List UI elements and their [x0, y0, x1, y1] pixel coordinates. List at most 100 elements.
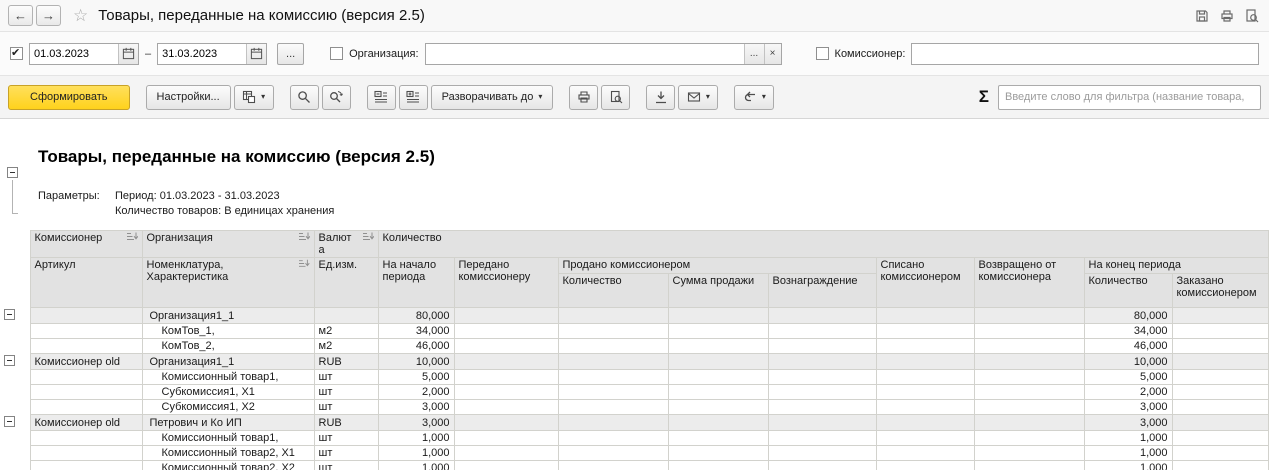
- cell-written-off[interactable]: [875, 384, 975, 400]
- cell-returned[interactable]: [973, 338, 1085, 354]
- cell-begin-qty[interactable]: 1,000: [377, 445, 455, 461]
- cell-unit[interactable]: шт: [313, 430, 379, 446]
- cell-sold-sum[interactable]: [667, 445, 769, 461]
- cell-end-ordered[interactable]: [1171, 353, 1269, 370]
- cell-sold-qty[interactable]: [557, 338, 669, 354]
- cell-begin-qty[interactable]: 46,000: [377, 338, 455, 354]
- cell-returned[interactable]: [973, 414, 1085, 431]
- collapse-report-icon[interactable]: [7, 167, 18, 178]
- cell-commissioner[interactable]: [29, 430, 143, 446]
- cell-transferred[interactable]: [453, 338, 559, 354]
- cell-returned[interactable]: [973, 430, 1085, 446]
- cell-sold-fee[interactable]: [767, 399, 877, 415]
- column-header-transferred[interactable]: Передано комиссионеру: [453, 257, 559, 308]
- cell-nomenclature[interactable]: Комиссионный товар2, Х1: [141, 445, 315, 461]
- column-header-end-group[interactable]: На конец периода: [1083, 257, 1269, 274]
- cell-commissioner[interactable]: [29, 384, 143, 400]
- cell-unit[interactable]: шт: [313, 369, 379, 385]
- cell-nomenclature[interactable]: Петрович и Ко ИП: [141, 414, 315, 431]
- cell-sold-fee[interactable]: [767, 445, 877, 461]
- cell-sold-qty[interactable]: [557, 445, 669, 461]
- cell-written-off[interactable]: [875, 353, 975, 370]
- cell-sold-fee[interactable]: [767, 414, 877, 431]
- cell-transferred[interactable]: [453, 460, 559, 470]
- print-button[interactable]: [569, 84, 599, 110]
- cell-returned[interactable]: [973, 323, 1085, 339]
- cell-begin-qty[interactable]: 34,000: [377, 323, 455, 339]
- cell-unit[interactable]: м2: [313, 323, 379, 339]
- cell-sold-sum[interactable]: [667, 353, 769, 370]
- cell-sold-fee[interactable]: [767, 460, 877, 470]
- collapse-groups-button[interactable]: [366, 84, 396, 110]
- quick-filter-input[interactable]: [998, 84, 1261, 110]
- cell-nomenclature[interactable]: Организация1_1: [141, 353, 315, 370]
- commissioner-input[interactable]: [912, 43, 1258, 64]
- search-button[interactable]: [289, 84, 319, 110]
- cell-returned[interactable]: [973, 384, 1085, 400]
- expand-to-button[interactable]: Разворачивать до ▾: [430, 84, 554, 110]
- column-header-unit[interactable]: Ед.изм.: [313, 257, 379, 308]
- cell-end-ordered[interactable]: [1171, 445, 1269, 461]
- cell-commissioner[interactable]: [29, 307, 143, 324]
- cell-written-off[interactable]: [875, 430, 975, 446]
- cell-sold-qty[interactable]: [557, 460, 669, 470]
- cell-end-ordered[interactable]: [1171, 338, 1269, 354]
- cell-transferred[interactable]: [453, 445, 559, 461]
- settings-button[interactable]: Настройки...: [145, 84, 231, 110]
- cell-written-off[interactable]: [875, 460, 975, 470]
- column-header-end-qty[interactable]: Количество: [1083, 273, 1173, 308]
- cell-unit[interactable]: шт: [313, 399, 379, 415]
- period-variants-button[interactable]: ...: [277, 42, 305, 65]
- cell-end-qty[interactable]: 1,000: [1083, 445, 1173, 461]
- cell-sold-sum[interactable]: [667, 430, 769, 446]
- print-icon[interactable]: [1218, 7, 1236, 25]
- cell-unit[interactable]: шт: [313, 384, 379, 400]
- column-header-article[interactable]: Артикул: [29, 257, 143, 308]
- cell-sold-sum[interactable]: [667, 460, 769, 470]
- save-file-button[interactable]: [646, 84, 676, 110]
- cell-begin-qty[interactable]: 2,000: [377, 384, 455, 400]
- cell-transferred[interactable]: [453, 384, 559, 400]
- cell-end-ordered[interactable]: [1171, 323, 1269, 339]
- cell-begin-qty[interactable]: 5,000: [377, 369, 455, 385]
- cell-sold-sum[interactable]: [667, 338, 769, 354]
- cell-end-qty[interactable]: 1,000: [1083, 430, 1173, 446]
- cell-begin-qty[interactable]: 80,000: [377, 307, 455, 324]
- cell-end-qty[interactable]: 34,000: [1083, 323, 1173, 339]
- favorite-star-icon[interactable]: ☆: [73, 7, 88, 24]
- column-header-nomenclature[interactable]: Номенклатура, Характеристика: [141, 257, 315, 308]
- cell-commissioner[interactable]: [29, 338, 143, 354]
- cell-nomenclature[interactable]: КомТов_1,: [141, 323, 315, 339]
- cell-returned[interactable]: [973, 460, 1085, 470]
- cell-nomenclature[interactable]: КомТов_2,: [141, 338, 315, 354]
- cell-transferred[interactable]: [453, 430, 559, 446]
- find-in-page-icon[interactable]: [1243, 7, 1261, 25]
- cell-commissioner[interactable]: [29, 460, 143, 470]
- period-checkbox[interactable]: [10, 46, 23, 60]
- cell-begin-qty[interactable]: 3,000: [377, 414, 455, 431]
- cell-transferred[interactable]: [453, 307, 559, 324]
- cell-end-ordered[interactable]: [1171, 460, 1269, 470]
- cell-end-qty[interactable]: 80,000: [1083, 307, 1173, 324]
- sum-sigma-button[interactable]: Σ: [979, 87, 989, 107]
- cell-nomenclature[interactable]: Организация1_1: [141, 307, 315, 324]
- cell-returned[interactable]: [973, 399, 1085, 415]
- cell-sold-fee[interactable]: [767, 338, 877, 354]
- collapse-group-icon[interactable]: [4, 308, 15, 320]
- cell-end-ordered[interactable]: [1171, 430, 1269, 446]
- column-header-quantity-group[interactable]: Количество: [377, 230, 1269, 258]
- print-preview-button[interactable]: [601, 84, 631, 110]
- cell-sold-sum[interactable]: [667, 323, 769, 339]
- cell-commissioner[interactable]: [29, 399, 143, 415]
- column-header-organization[interactable]: Организация: [141, 230, 315, 258]
- cell-end-qty[interactable]: 3,000: [1083, 414, 1173, 431]
- history-button[interactable]: ▾: [734, 84, 775, 110]
- cell-end-qty[interactable]: 5,000: [1083, 369, 1173, 385]
- cell-nomenclature[interactable]: Субкомиссия1, Х1: [141, 384, 315, 400]
- cell-unit[interactable]: [313, 307, 379, 324]
- column-header-sold-fee[interactable]: Вознаграждение: [767, 273, 877, 308]
- cell-end-ordered[interactable]: [1171, 414, 1269, 431]
- expand-groups-button[interactable]: [398, 84, 428, 110]
- forward-button[interactable]: →: [36, 5, 61, 26]
- cell-unit[interactable]: шт: [313, 445, 379, 461]
